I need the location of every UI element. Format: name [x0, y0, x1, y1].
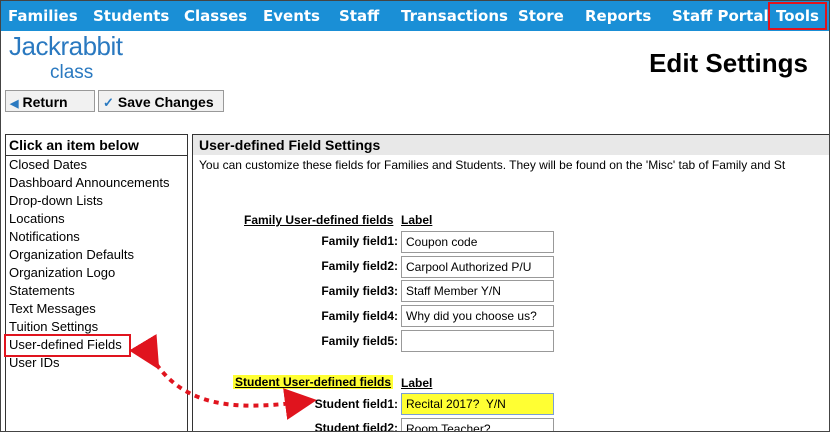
- student-label-column-header: Label: [401, 376, 433, 390]
- family-field5-label: Family field5:: [321, 334, 398, 348]
- settings-menu-header: Click an item below: [6, 135, 187, 156]
- nav-reports[interactable]: Reports: [585, 1, 651, 31]
- family-field4-label: Family field4:: [321, 309, 398, 323]
- student-field2-label: Student field2:: [314, 421, 398, 432]
- student-field1-input[interactable]: [401, 393, 554, 415]
- content-header: User-defined Field Settings: [193, 135, 829, 155]
- return-button[interactable]: ◀ Return: [5, 90, 95, 112]
- nav-families[interactable]: Families: [8, 1, 78, 31]
- top-nav: Families Students Classes Events Staff T…: [1, 1, 829, 31]
- nav-staff[interactable]: Staff: [339, 1, 379, 31]
- nav-staff-portal[interactable]: Staff Portal: [672, 1, 769, 31]
- nav-transactions[interactable]: Transactions: [401, 1, 508, 31]
- nav-tools[interactable]: Tools: [768, 2, 827, 30]
- nav-classes[interactable]: Classes: [184, 1, 247, 31]
- menu-item-locations[interactable]: Locations: [6, 210, 187, 228]
- family-section-label: Family User-defined fields: [244, 213, 394, 227]
- student-field1-label: Student field1:: [314, 397, 398, 411]
- save-changes-button[interactable]: ✓ Save Changes: [98, 90, 224, 112]
- menu-item-notifications[interactable]: Notifications: [6, 228, 187, 246]
- family-label-column-header: Label: [401, 213, 433, 227]
- return-button-label: Return: [22, 94, 68, 110]
- family-field3-input[interactable]: [401, 280, 554, 302]
- menu-item-statements[interactable]: Statements: [6, 282, 187, 300]
- menu-item-organization-defaults[interactable]: Organization Defaults: [6, 246, 187, 264]
- app-frame: Families Students Classes Events Staff T…: [0, 0, 830, 432]
- menu-item-user-defined-fields[interactable]: User-defined Fields: [4, 334, 187, 357]
- page-title: Edit Settings: [649, 48, 808, 78]
- menu-item-closed-dates[interactable]: Closed Dates: [6, 156, 187, 174]
- family-field2-input[interactable]: [401, 256, 554, 278]
- student-section-label: Student User-defined fields: [233, 375, 394, 389]
- menu-item-organization-logo[interactable]: Organization Logo: [6, 264, 187, 282]
- settings-menu-list: Closed Dates Dashboard Announcements Dro…: [4, 156, 187, 372]
- family-field1-input[interactable]: [401, 231, 554, 253]
- menu-item-dashboard-announcements[interactable]: Dashboard Announcements: [6, 174, 187, 192]
- family-field5-input[interactable]: [401, 330, 554, 352]
- nav-store[interactable]: Store: [518, 1, 564, 31]
- family-field2-label: Family field2:: [321, 259, 398, 273]
- logo-wordmark: Jackrabbit: [9, 31, 123, 61]
- menu-item-text-messages[interactable]: Text Messages: [6, 300, 187, 318]
- family-field4-input[interactable]: [401, 305, 554, 327]
- student-field2-input[interactable]: [401, 418, 554, 431]
- back-arrow-icon: ◀: [10, 98, 19, 110]
- settings-content: User-defined Field Settings You can cust…: [192, 134, 829, 432]
- menu-item-drop-down-lists[interactable]: Drop-down Lists: [6, 192, 187, 210]
- nav-events[interactable]: Events: [263, 1, 320, 31]
- save-button-label: Save Changes: [117, 94, 214, 110]
- family-field1-label: Family field1:: [321, 234, 398, 248]
- nav-students[interactable]: Students: [93, 1, 169, 31]
- logo-subtitle: class: [50, 62, 94, 83]
- content-description: You can customize these fields for Famil…: [199, 158, 786, 172]
- checkmark-icon: ✓: [103, 95, 114, 110]
- settings-menu: Click an item below Closed Dates Dashboa…: [4, 134, 188, 431]
- family-field3-label: Family field3:: [321, 284, 398, 298]
